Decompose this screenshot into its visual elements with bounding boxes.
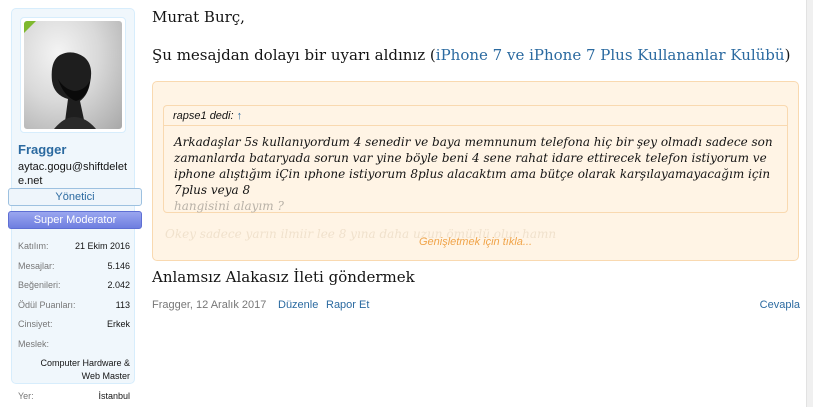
arrow-up-icon[interactable]: ↑ (237, 110, 243, 122)
user-title: aytac.gogu@shiftdelete.net (18, 161, 128, 187)
avatar[interactable] (24, 21, 122, 129)
stat-trophy-points: Ödül Puanları: 113 (18, 296, 130, 316)
quote-author: rapse1 dedi: (173, 110, 234, 122)
warning-text: Şu mesajdan dolayı bir uyarı aldınız ( (152, 46, 436, 64)
stat-value[interactable]: 113 (116, 296, 130, 316)
avatar-frame[interactable] (20, 17, 126, 133)
report-link[interactable]: Rapor Et (326, 299, 369, 311)
stat-label: Cinsiyet: (18, 319, 53, 329)
stat-likes: Beğenileri: 2.042 (18, 276, 130, 296)
online-status-marker (24, 21, 36, 33)
stat-value: Web Master (81, 370, 130, 381)
user-stats: Katılım: 21 Ekim 2016 Mesajlar: 5.146 Be… (18, 237, 130, 406)
stat-location: Yer: İstanbul (18, 387, 130, 407)
admin-badge: Yönetici (8, 188, 142, 206)
stat-label: Ödül Puanları: (18, 299, 76, 310)
moderator-badge: Super Moderator (8, 211, 142, 229)
stat-messages: Mesajlar: 5.146 (18, 257, 130, 277)
stat-label: Meslek: (18, 338, 50, 349)
greeting: Murat Burç, (152, 8, 245, 26)
stat-label: Yer: (18, 390, 34, 401)
quote-attribution[interactable]: rapse1 dedi: ↑ (163, 105, 788, 125)
username-link[interactable]: Fragger (18, 142, 66, 157)
vertical-scrollbar[interactable] (806, 0, 813, 407)
stat-label: Beğenileri: (18, 280, 61, 290)
warning-line: Şu mesajdan dolayı bir uyarı aldınız (iP… (152, 46, 790, 64)
quote-content: Arkadaşlar 5s kullanıyordum 4 senedir ve… (174, 135, 773, 197)
warning-text-end: ) (784, 46, 791, 64)
stat-joined: Katılım: 21 Ekim 2016 (18, 237, 130, 257)
message-closing-text: Anlamsız Alakasız İleti göndermek (152, 268, 415, 286)
reply-link[interactable]: Cevapla (760, 299, 800, 311)
avatar-photo-icon (51, 52, 96, 129)
stat-value[interactable]: İstanbul (98, 387, 130, 407)
stat-gender: Cinsiyet: Erkek (18, 315, 130, 335)
stat-occupation: Meslek: Computer Hardware & Web Master (18, 338, 130, 383)
thread-link[interactable]: iPhone 7 ve iPhone 7 Plus Kullananlar Ku… (436, 46, 785, 64)
stat-value: Erkek (106, 319, 130, 329)
quote-text: Arkadaşlar 5s kullanıyordum 4 senedir ve… (163, 125, 788, 213)
stat-label: Mesajlar: (18, 260, 55, 271)
quote-content-faded: hangisini alayım ? (174, 199, 284, 213)
stat-value: 21 Ekim 2016 (74, 241, 130, 251)
user-info-panel: Fragger aytac.gogu@shiftdelete.net Yönet… (8, 8, 142, 401)
quote-container: rapse1 dedi: ↑ Arkadaşlar 5s kullanıyord… (152, 81, 799, 261)
expand-quote-link[interactable]: Genişletmek için tıkla... (153, 236, 798, 248)
stat-value: Computer Hardware & (40, 357, 130, 368)
edit-link[interactable]: Düzenle (278, 299, 318, 311)
stat-label: Katılım: (18, 241, 49, 251)
stat-value[interactable]: 5.146 (107, 257, 130, 277)
post-author-date[interactable]: Fragger, 12 Aralık 2017 (152, 299, 266, 311)
stat-value: 2.042 (107, 280, 130, 290)
message-meta: Fragger, 12 Aralık 2017 Düzenle Rapor Et… (152, 299, 800, 315)
